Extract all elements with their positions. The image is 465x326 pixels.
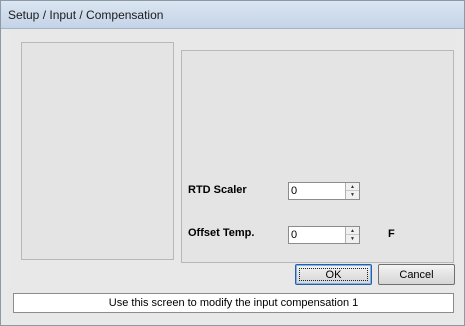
rtd-scaler-label: RTD Scaler xyxy=(188,184,247,196)
dialog-client-area: RTD Scaler ▲ ▼ Offset Temp. ▲ ▼ F OK xyxy=(9,29,456,319)
ok-button[interactable]: OK xyxy=(295,264,372,285)
title-bar[interactable]: Setup / Input / Compensation xyxy=(1,1,464,29)
rtd-scaler-spinbox[interactable]: ▲ ▼ xyxy=(288,182,360,200)
offset-temp-label: Offset Temp. xyxy=(188,227,255,239)
offset-temp-input[interactable] xyxy=(289,227,345,243)
spin-down-arrow-icon[interactable]: ▼ xyxy=(346,191,359,199)
focus-rectangle xyxy=(299,268,368,281)
offset-temp-unit: F xyxy=(388,228,395,240)
right-panel: RTD Scaler ▲ ▼ Offset Temp. ▲ ▼ F xyxy=(181,50,454,263)
cancel-button[interactable]: Cancel xyxy=(378,264,455,285)
window-title: Setup / Input / Compensation xyxy=(8,8,164,22)
left-panel xyxy=(21,42,174,260)
cancel-button-label: Cancel xyxy=(399,268,434,281)
offset-temp-spinbox[interactable]: ▲ ▼ xyxy=(288,226,360,244)
status-text: Use this screen to modify the input comp… xyxy=(108,297,359,309)
spin-up-arrow-icon[interactable]: ▲ xyxy=(346,183,359,191)
spin-up-arrow-icon[interactable]: ▲ xyxy=(346,227,359,235)
status-bar: Use this screen to modify the input comp… xyxy=(13,293,454,313)
rtd-scaler-input[interactable] xyxy=(289,183,345,199)
compensation-window: Setup / Input / Compensation RTD Scaler … xyxy=(0,0,465,326)
rtd-scaler-spin-buttons[interactable]: ▲ ▼ xyxy=(345,183,359,199)
offset-temp-spin-buttons[interactable]: ▲ ▼ xyxy=(345,227,359,243)
spin-down-arrow-icon[interactable]: ▼ xyxy=(346,235,359,243)
